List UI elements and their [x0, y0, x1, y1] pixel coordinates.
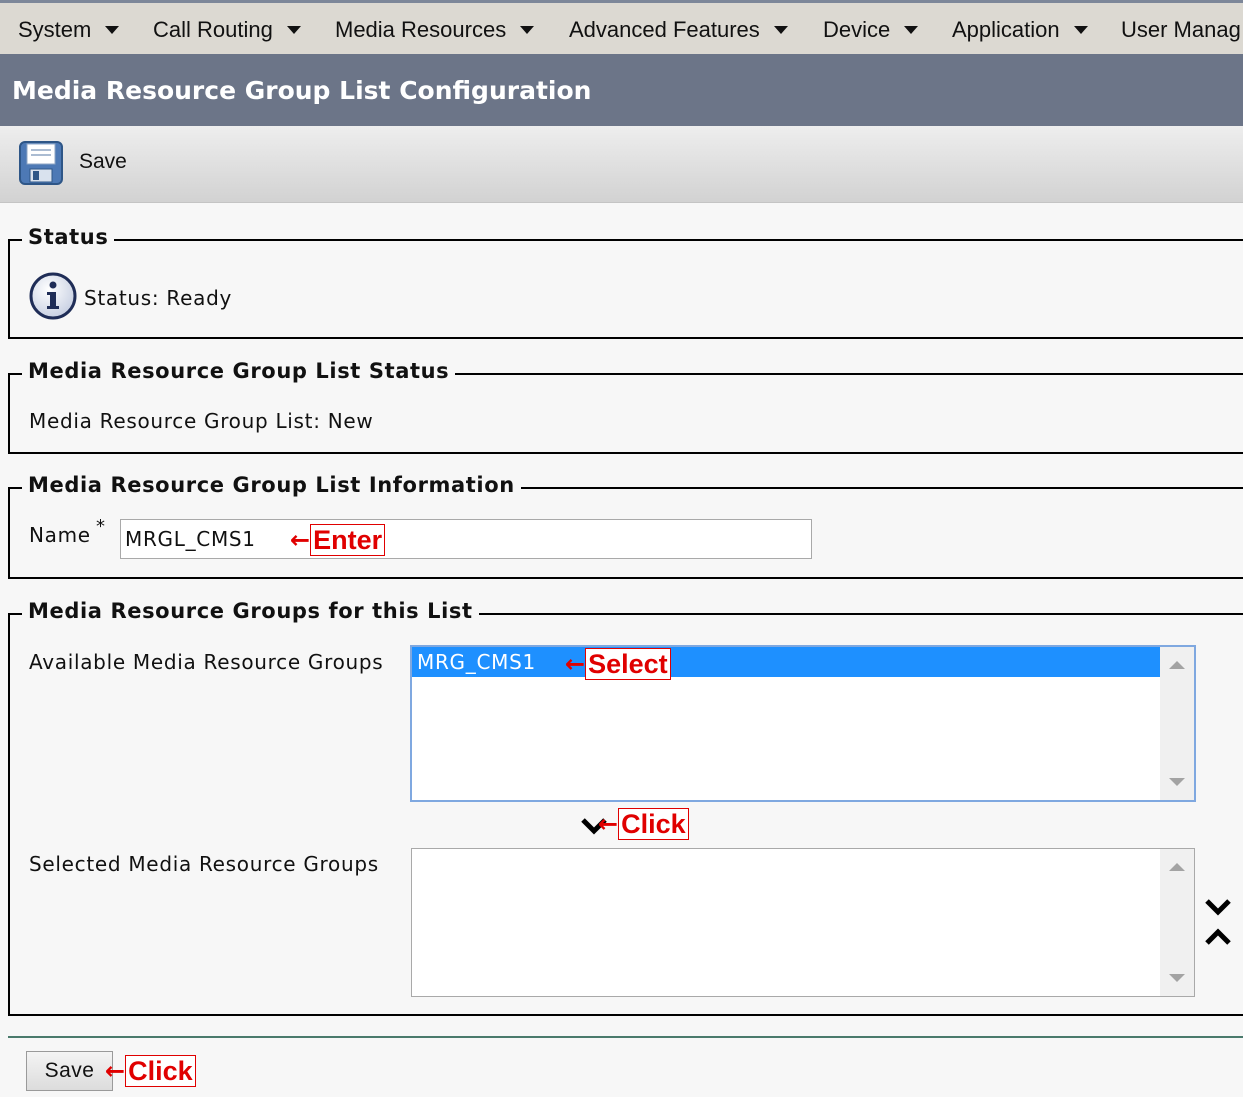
caret-down-icon	[1073, 26, 1088, 34]
click-label: Click	[618, 808, 689, 840]
name-label: Name	[29, 523, 91, 547]
enter-annotation: ← Enter	[290, 524, 386, 556]
click-save-annotation: ← Click	[105, 1055, 196, 1087]
mrgl-info-fieldset: Media Resource Group List Information Na…	[8, 473, 1243, 579]
arrow-left-icon: ←	[598, 810, 619, 838]
menu-application[interactable]: Application	[952, 6, 1088, 54]
floppy-disk-icon[interactable]	[18, 140, 64, 186]
menu-label: Advanced Features	[569, 17, 760, 42]
menu-device[interactable]: Device	[823, 6, 919, 54]
toolbar: Save	[0, 126, 1243, 203]
click-move-annotation: ← Click	[598, 808, 689, 840]
mrgl-status-legend: Media Resource Group List Status	[22, 359, 456, 383]
arrow-left-icon: ←	[105, 1057, 126, 1085]
select-label: Select	[585, 648, 671, 680]
mrg-list-fieldset: Media Resource Groups for this List Avai…	[8, 599, 1243, 1016]
enter-label: Enter	[310, 524, 386, 556]
arrow-left-icon: ←	[290, 526, 311, 554]
info-icon	[29, 272, 77, 320]
option-label: MRG_CMS1	[417, 650, 536, 674]
mrg-list-legend: Media Resource Groups for this List	[22, 599, 479, 623]
status-text: Status: Ready	[84, 286, 233, 310]
scroll-down-icon[interactable]	[1169, 778, 1185, 786]
menu-advanced-features[interactable]: Advanced Features	[569, 6, 788, 54]
status-legend: Status	[22, 225, 115, 249]
caret-down-icon	[105, 26, 120, 34]
caret-down-icon	[904, 26, 919, 34]
selected-groups-label: Selected Media Resource Groups	[29, 852, 379, 876]
required-asterisk: *	[96, 516, 106, 537]
mrgl-info-legend: Media Resource Group List Information	[22, 473, 521, 497]
scroll-up-icon[interactable]	[1169, 661, 1185, 669]
toolbar-save-button[interactable]: Save	[79, 150, 127, 174]
divider	[8, 1036, 1243, 1038]
menu-label: Media Resources	[335, 17, 507, 42]
top-menu-bar: System Call Routing Media Resources Adva…	[0, 0, 1243, 54]
menu-label: Call Routing	[153, 17, 273, 42]
page-title: Media Resource Group List Configuration	[12, 75, 592, 105]
mrgl-status-fieldset: Media Resource Group List Status Media R…	[8, 359, 1243, 454]
menu-user-management[interactable]: User Manag	[1121, 6, 1241, 54]
selected-groups-listbox[interactable]	[411, 848, 1195, 997]
move-up-chevron-icon[interactable]	[1204, 928, 1232, 946]
available-groups-listbox[interactable]: MRG_CMS1	[410, 645, 1196, 802]
menu-label: Application	[952, 17, 1060, 42]
caret-down-icon	[773, 26, 788, 34]
menu-media-resources[interactable]: Media Resources	[335, 6, 535, 54]
menu-label: User Manag	[1121, 17, 1241, 42]
arrow-left-icon: ←	[565, 650, 586, 678]
scroll-down-icon[interactable]	[1169, 974, 1185, 982]
name-input[interactable]	[120, 519, 812, 559]
mrgl-status-text: Media Resource Group List: New	[29, 409, 374, 433]
caret-down-icon	[520, 26, 535, 34]
page-title-bar: Media Resource Group List Configuration	[0, 54, 1243, 126]
menu-system[interactable]: System	[18, 6, 120, 54]
available-groups-label: Available Media Resource Groups	[29, 650, 384, 674]
status-fieldset: Status Status: Ready	[8, 225, 1243, 339]
menu-label: System	[18, 17, 92, 42]
selected-scrollbar[interactable]	[1160, 849, 1194, 996]
caret-down-icon	[286, 26, 301, 34]
menu-label: Device	[823, 17, 891, 42]
menu-call-routing[interactable]: Call Routing	[153, 6, 301, 54]
available-scrollbar[interactable]	[1160, 647, 1194, 800]
select-annotation: ← Select	[565, 648, 671, 680]
save-button[interactable]: Save	[26, 1051, 113, 1091]
click-label: Click	[125, 1055, 196, 1087]
scroll-up-icon[interactable]	[1169, 863, 1185, 871]
available-option-selected[interactable]: MRG_CMS1	[412, 647, 1160, 677]
move-down-chevron-icon[interactable]	[1204, 898, 1232, 916]
